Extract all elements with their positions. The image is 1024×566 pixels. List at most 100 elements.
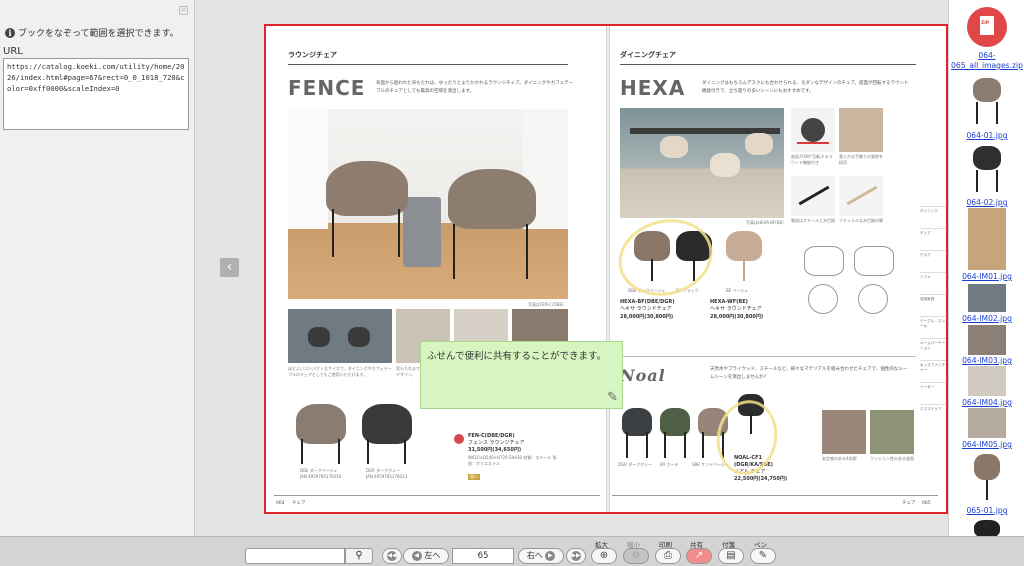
next-page-button[interactable]: 右へ ▶	[518, 548, 564, 564]
print-button[interactable]: ⎙	[655, 548, 681, 564]
left-footer-page: 064	[276, 501, 285, 506]
first-page-button[interactable]: ◀◀	[382, 548, 402, 564]
left-panel: × i ブックをなぞって範囲を選択できます。 URL https://catal…	[0, 0, 195, 536]
side-index-tab[interactable]: ルームパーテーション	[920, 338, 946, 360]
side-index-tab[interactable]: ソファ	[920, 272, 946, 294]
hexa-detail-photo-3	[791, 176, 835, 216]
thumbnail-link-064-01[interactable]: 064-01.jpg	[949, 131, 1024, 141]
thumbnail-link-064-im01[interactable]: 064-IM01.jpg	[949, 272, 1024, 282]
thumbnail-link-065-01[interactable]: 065-01.jpg	[949, 506, 1024, 516]
hexa-color-be: BE ベージュ	[726, 288, 749, 293]
noal-caption-2: クッション性のある座面	[870, 456, 914, 461]
noal-detail-photo-2	[870, 410, 914, 454]
side-index-tab[interactable]: デスク	[920, 250, 946, 272]
pencil-icon[interactable]: ✎	[607, 390, 618, 405]
side-index-tab[interactable]: チェア	[920, 228, 946, 250]
thumbnail-064-02[interactable]	[968, 144, 1006, 196]
info-icon: i	[5, 27, 15, 38]
bottom-toolbar: ⚲ ◀◀ ◀ 左へ 65 右へ ▶ ▶▶ 拡大 ⊕ 縮小 ⊖ 印刷 ⎙ 共有 ↗…	[0, 536, 1024, 566]
book-viewer: ‹ › ラウンジチェア FENCE 背面から囲われた背もたれは、ゆったりとよりか…	[196, 0, 948, 536]
side-index-tab[interactable]: ソーター	[920, 382, 946, 404]
thumbnail-064-im01[interactable]	[968, 208, 1006, 270]
zip-download-icon[interactable]: ZIP	[967, 7, 1007, 47]
thumbnail-link-064-im05[interactable]: 064-IM05.jpg	[949, 440, 1024, 450]
thumbnail-064-im03[interactable]	[968, 325, 1006, 355]
right-footer-category: チェア	[902, 501, 916, 506]
panel-close-icon[interactable]: ×	[179, 6, 188, 15]
pen-button[interactable]: ✎	[750, 548, 776, 564]
side-index-tab[interactable]: エクステリア	[920, 404, 946, 426]
search-input[interactable]	[245, 548, 345, 564]
last-page-button[interactable]: ▶▶	[566, 548, 586, 564]
sticky-note-text: ふせんで便利に共有することができます。	[427, 351, 607, 362]
sticky-button[interactable]: ▤	[718, 548, 744, 564]
zoom-out-button[interactable]: ⊖	[623, 548, 649, 564]
prev-page-arrow-icon[interactable]: ‹	[220, 258, 239, 277]
footer-rule	[274, 495, 600, 496]
hexa-technical-drawing	[794, 236, 914, 316]
section-title: ダイニングチェア	[620, 51, 676, 59]
section-rule	[620, 64, 916, 65]
fence-price: 31,500円(34,650円)	[468, 447, 522, 453]
noal-chair-ka	[660, 408, 692, 458]
noal-chair-dgr	[622, 408, 654, 458]
zoom-out-icon: ⊖	[631, 550, 641, 561]
fence-small-caption-1: ほどよいコンパクトなサイズで、ダイニングやカフェテーブルのチェアとしてもご使用い…	[288, 366, 392, 377]
hexa-description: ダイニングはもちろんデスクにも合わせられる、モダンなデザインのチェア。座面が回転…	[702, 81, 909, 94]
noal-description: 天然木やプライウッド、スチールなど、様々なマテリアルを組み合わせたチェアで、個性…	[710, 367, 908, 380]
thumbnail-064-im02[interactable]	[968, 284, 1006, 312]
thumbnail-next[interactable]	[968, 518, 1006, 536]
page-number-input[interactable]: 65	[452, 548, 514, 564]
sticky-note[interactable]: ふせんで便利に共有することができます。 ✎	[420, 341, 623, 409]
fence-spec: W610×D540×H720 SH430 材質：スチール 張地：ポリエステル	[468, 455, 557, 466]
thumbnail-064-im05[interactable]	[968, 408, 1006, 438]
search-button[interactable]: ⚲	[345, 548, 373, 564]
url-label: URL	[3, 46, 23, 57]
url-textarea[interactable]: https://catalog.koeki.com/utility/home/2…	[3, 58, 189, 130]
brand-fence: FENCE	[288, 76, 366, 100]
hexa-detail-photo-4	[839, 176, 883, 216]
fence-model-name: フェンス ラウンジチェア	[468, 440, 525, 446]
hexa-chair-be	[724, 231, 764, 283]
thumbnail-link-064-im04[interactable]: 064-IM04.jpg	[949, 398, 1024, 408]
side-index-tab[interactable]: ダイニング	[920, 206, 946, 228]
fence-stock-badge: 個人	[468, 474, 480, 480]
fence-code-dgr: JAN 4959785176023	[366, 474, 408, 479]
left-page[interactable]: ラウンジチェア FENCE 背面から囲われた背もたれは、ゆったりとよりかかれるラ…	[266, 26, 606, 512]
hexa-model-1: HEXA-BF(DBE/DGR)	[620, 299, 675, 305]
thumbnail-065-01[interactable]	[968, 452, 1006, 504]
fence-photo-caption: 写真はFEN-C(DBE)	[528, 302, 564, 307]
side-index-tabs: ダイニング チェア デスク ソファ 収納家具 テーブル・スツール ルームパーテーション キッズ…	[920, 206, 946, 426]
last-page-icon: ▶▶	[571, 550, 581, 561]
thumbnail-link-064-02[interactable]: 064-02.jpg	[949, 198, 1024, 208]
share-button[interactable]: ↗	[686, 548, 712, 564]
fence-chair-dgr	[362, 404, 412, 464]
side-index-tab[interactable]: キッズファニチャー	[920, 360, 946, 382]
noal-caption-1: 安定感のある4本脚	[822, 456, 857, 461]
pen-icon: ✎	[758, 550, 768, 561]
noal-color-ka: KA カーキ	[660, 462, 679, 467]
left-footer-category: チェア	[292, 501, 306, 506]
hexa-detail-caption-3: 脚部はスチールと木目調	[791, 218, 835, 223]
prev-page-button[interactable]: ◀ 左へ	[403, 548, 449, 564]
share-icon: ↗	[694, 550, 704, 561]
side-index-tab[interactable]: テーブル・スツール	[920, 316, 946, 338]
hexa-price-1: 28,000円(30,800円)	[620, 314, 674, 320]
thumbnail-link-064-im02[interactable]: 064-IM02.jpg	[949, 314, 1024, 324]
page-spread[interactable]: ラウンジチェア FENCE 背面から囲われた背もたれは、ゆったりとよりかかれるラ…	[264, 24, 948, 514]
hexa-detail-photo-1	[791, 108, 835, 152]
thumbnail-064-im04[interactable]	[968, 366, 1006, 396]
hexa-detail-caption-4: ナチュラルな木目調の脚	[839, 218, 883, 223]
hexa-model-2-name: ヘキサ ラウンドチェア	[710, 306, 762, 312]
first-page-icon: ◀◀	[387, 550, 397, 561]
hexa-model-1-name: ヘキサ ラウンドチェア	[620, 306, 672, 312]
zip-link[interactable]: 064-065_all_images.zip	[949, 51, 1024, 71]
fence-sub-photo-1	[288, 309, 392, 363]
hexa-detail-photo-2	[839, 108, 883, 152]
thumbnail-link-064-im03[interactable]: 064-IM03.jpg	[949, 356, 1024, 366]
thumbnail-064-01[interactable]	[968, 76, 1006, 128]
side-index-tab[interactable]: 収納家具	[920, 294, 946, 316]
section-rule	[288, 64, 568, 65]
zoom-in-button[interactable]: ⊕	[591, 548, 617, 564]
fence-main-photo	[288, 109, 568, 299]
